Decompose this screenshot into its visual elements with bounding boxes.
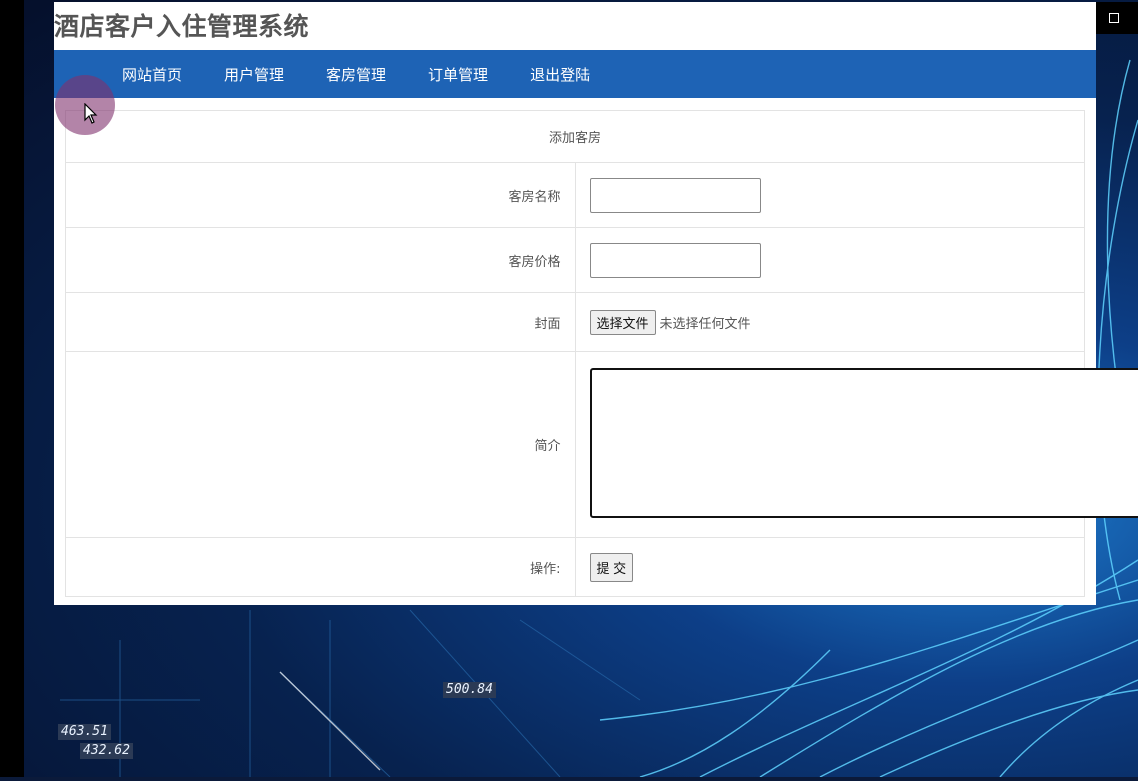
room-price-label: 客房价格 bbox=[66, 228, 576, 293]
wallpaper-number: 500.84 bbox=[443, 682, 496, 698]
intro-label: 简介 bbox=[66, 352, 576, 538]
browser-page: 酒店客户入住管理系统 网站首页 用户管理 客房管理 订单管理 退出登陆 添加客房… bbox=[54, 2, 1096, 605]
submit-button[interactable]: 提 交 bbox=[590, 553, 634, 582]
room-name-input[interactable] bbox=[590, 178, 761, 213]
nav-logout[interactable]: 退出登陆 bbox=[530, 64, 590, 85]
choose-file-button[interactable]: 选择文件 bbox=[590, 310, 656, 335]
maximize-icon bbox=[1109, 13, 1119, 23]
nav-user-management[interactable]: 用户管理 bbox=[224, 64, 284, 85]
cover-file-picker: 选择文件 未选择任何文件 bbox=[590, 310, 1085, 335]
add-room-form: 添加客房 客房名称 客房价格 封面 选择文件 未选择任何文件 简介 bbox=[65, 110, 1085, 597]
cover-label: 封面 bbox=[66, 293, 576, 352]
nav-order-management[interactable]: 订单管理 bbox=[428, 64, 488, 85]
mouse-pointer-icon bbox=[84, 103, 98, 125]
maximize-button[interactable] bbox=[1099, 6, 1129, 30]
room-price-input[interactable] bbox=[590, 243, 761, 278]
nav-home[interactable]: 网站首页 bbox=[122, 64, 182, 85]
wallpaper-number: 463.51 bbox=[58, 724, 111, 740]
nav-room-management[interactable]: 客房管理 bbox=[326, 64, 386, 85]
wallpaper-number: 432.62 bbox=[80, 743, 133, 759]
intro-textarea[interactable] bbox=[590, 368, 1138, 518]
form-header: 添加客房 bbox=[66, 111, 1085, 163]
file-status: 未选择任何文件 bbox=[660, 313, 751, 332]
action-label: 操作: bbox=[66, 538, 576, 597]
room-name-label: 客房名称 bbox=[66, 163, 576, 228]
main-nav: 网站首页 用户管理 客房管理 订单管理 退出登陆 bbox=[54, 50, 1096, 98]
site-title: 酒店客户入住管理系统 bbox=[54, 7, 309, 43]
screen-edge bbox=[0, 0, 24, 777]
